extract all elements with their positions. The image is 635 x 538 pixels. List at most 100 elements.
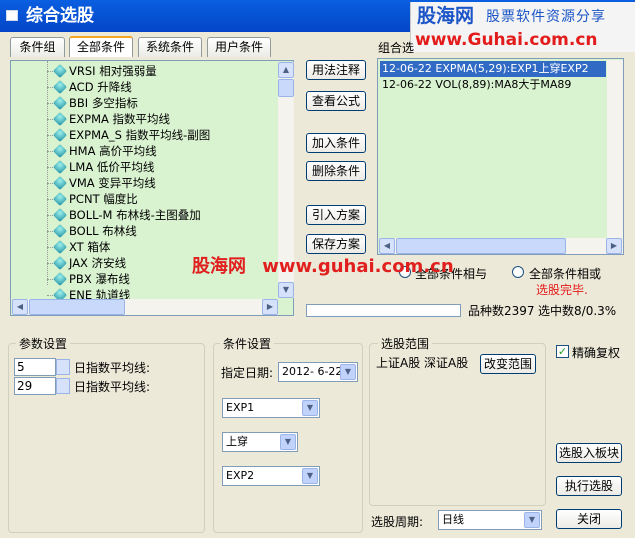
view-formula-button[interactable]: 查看公式 [306, 91, 366, 111]
operator-select[interactable]: 上穿 ▼ [222, 432, 298, 452]
indicator-leaf-icon [52, 143, 68, 159]
close-button[interactable]: 关闭 [556, 509, 622, 529]
scroll-thumb[interactable] [278, 79, 294, 97]
period-select[interactable]: 日线 ▼ [438, 510, 542, 530]
indicator-leaf-icon [52, 95, 68, 111]
indicator-leaf-icon [52, 191, 68, 207]
date-value: 2012- 6-22 [282, 365, 343, 378]
scroll-right-icon[interactable]: ▶ [262, 299, 278, 315]
tab-condition-group[interactable]: 条件组 [10, 37, 65, 57]
scroll-right-icon[interactable]: ▶ [606, 238, 622, 254]
chevron-down-icon[interactable]: ▼ [280, 434, 296, 450]
scroll-left-icon[interactable]: ◀ [12, 299, 28, 315]
indicator-leaf-icon [52, 79, 68, 95]
chevron-down-icon[interactable]: ▼ [302, 468, 318, 484]
param-label-2: 日指数平均线: [74, 380, 151, 394]
indicator-label: LMA 低价平均线 [69, 160, 155, 174]
operator-value: 上穿 [226, 435, 248, 448]
indicator-item[interactable]: BBI 多空指标 [11, 95, 277, 111]
tree-horizontal-scrollbar[interactable]: ◀ ▶ [12, 299, 278, 315]
right-operand-select[interactable]: EXP2 ▼ [222, 466, 320, 486]
indicator-label: PBX 瀑布线 [69, 272, 130, 286]
indicator-label: ACD 升降线 [69, 80, 132, 94]
indicator-item[interactable]: HMA 高价平均线 [11, 143, 277, 159]
condition-item[interactable]: 12-06-22 VOL(8,89):MA8大于MA89 [380, 77, 606, 93]
indicator-item[interactable]: VMA 变异平均线 [11, 175, 277, 191]
import-scheme-button[interactable]: 引入方案 [306, 205, 366, 225]
indicator-leaf-icon [52, 223, 68, 239]
indicator-label: EXPMA_S 指数平均线-副图 [69, 128, 211, 142]
indicator-leaf-icon [52, 207, 68, 223]
indicator-item[interactable]: LMA 低价平均线 [11, 159, 277, 175]
status-message: 选股完毕. [536, 283, 588, 297]
condition-list[interactable]: 12-06-22 EXPMA(5,29):EXP1上穿EXP2 12-06-22… [377, 58, 624, 255]
condition-item[interactable]: 12-06-22 EXPMA(5,29):EXP1上穿EXP2 [380, 61, 606, 77]
indicator-label: HMA 高价平均线 [69, 144, 157, 158]
indicator-item[interactable]: BOLL-M 布林线-主图叠加 [11, 207, 277, 223]
scroll-up-icon[interactable]: ▲ [278, 62, 294, 78]
adjust-label: 精确复权 [572, 346, 621, 360]
brand-tagline: 股票软件资源分享 [486, 9, 606, 25]
param-input-2[interactable]: 29 [14, 377, 56, 395]
indicator-label: PCNT 幅度比 [69, 192, 138, 206]
brand-url: www.Guhai.com.cn [415, 30, 598, 50]
indicator-label: XT 箱体 [69, 240, 111, 254]
count-label: 品种数 [468, 304, 505, 318]
indicator-leaf-icon [52, 127, 68, 143]
to-block-button[interactable]: 选股入板块 [556, 443, 622, 463]
indicator-label: BBI 多空指标 [69, 96, 138, 110]
period-value: 日线 [442, 513, 464, 526]
watermark-cn: 股海网 [192, 256, 246, 277]
delete-condition-button[interactable]: 删除条件 [306, 161, 366, 181]
indicator-item[interactable]: EXPMA 指数平均线 [11, 111, 277, 127]
add-condition-button[interactable]: 加入条件 [306, 133, 366, 153]
indicator-item[interactable]: BOLL 布林线 [11, 223, 277, 239]
indicator-item[interactable]: PCNT 幅度比 [11, 191, 277, 207]
tab-system-conditions[interactable]: 系统条件 [138, 37, 202, 57]
period-label: 选股周期: [371, 515, 424, 529]
range-group-title: 选股范围 [378, 335, 433, 352]
indicator-label: JAX 济安线 [69, 256, 127, 270]
indicator-label: VRSI 相对强弱量 [69, 64, 157, 78]
indicator-leaf-icon [52, 63, 68, 79]
tab-user-conditions[interactable]: 用户条件 [207, 37, 271, 57]
indicator-leaf-icon [52, 239, 68, 255]
indicator-item[interactable]: EXPMA_S 指数平均线-副图 [11, 127, 277, 143]
watermark: 股海网 www.guhai.com.cn [192, 252, 454, 278]
indicator-leaf-icon [52, 111, 68, 127]
usage-notes-button[interactable]: 用法注释 [306, 60, 366, 80]
chevron-down-icon[interactable]: ▼ [524, 512, 540, 528]
indicator-label: EXPMA 指数平均线 [69, 112, 171, 126]
param-spinner-2[interactable] [56, 378, 70, 394]
selected-value: 8/0.3% [574, 304, 617, 318]
tab-all-conditions[interactable]: 全部条件 [69, 36, 133, 57]
scroll-thumb[interactable] [29, 299, 125, 315]
selected-display: 选中数8/0.3% [538, 302, 616, 319]
indicator-label: BOLL 布林线 [69, 224, 137, 238]
all-or-radio[interactable] [512, 266, 524, 278]
adjust-checkbox[interactable]: ✓ [556, 345, 569, 358]
date-label: 指定日期: [221, 366, 274, 380]
indicator-item[interactable]: VRSI 相对强弱量 [11, 63, 277, 79]
indicator-item[interactable]: ACD 升降线 [11, 79, 277, 95]
chevron-down-icon[interactable]: ▼ [302, 400, 318, 416]
scroll-down-icon[interactable]: ▼ [278, 282, 294, 298]
indicator-leaf-icon [52, 159, 68, 175]
change-range-button[interactable]: 改变范围 [480, 354, 536, 374]
progress-bar [306, 304, 461, 317]
watermark-url: www.guhai.com.cn [262, 256, 454, 277]
count-value: 2397 [504, 304, 535, 318]
param-spinner-1[interactable] [56, 359, 70, 375]
save-scheme-button[interactable]: 保存方案 [306, 234, 366, 254]
chevron-down-icon[interactable]: ▼ [340, 364, 356, 380]
right-operand-value: EXP2 [226, 469, 255, 482]
left-operand-value: EXP1 [226, 401, 255, 414]
condition-vertical-scrollbar[interactable] [607, 60, 623, 239]
param-input-1[interactable]: 5 [14, 358, 56, 376]
left-operand-select[interactable]: EXP1 ▼ [222, 398, 320, 418]
window-icon [6, 10, 18, 21]
run-selection-button[interactable]: 执行选股 [556, 476, 622, 496]
brand-banner: 股海网 股票软件资源分享 www.Guhai.com.cn [410, 2, 635, 52]
indicator-label: BOLL-M 布林线-主图叠加 [69, 208, 201, 222]
date-picker[interactable]: 2012- 6-22 ▼ [278, 362, 358, 382]
